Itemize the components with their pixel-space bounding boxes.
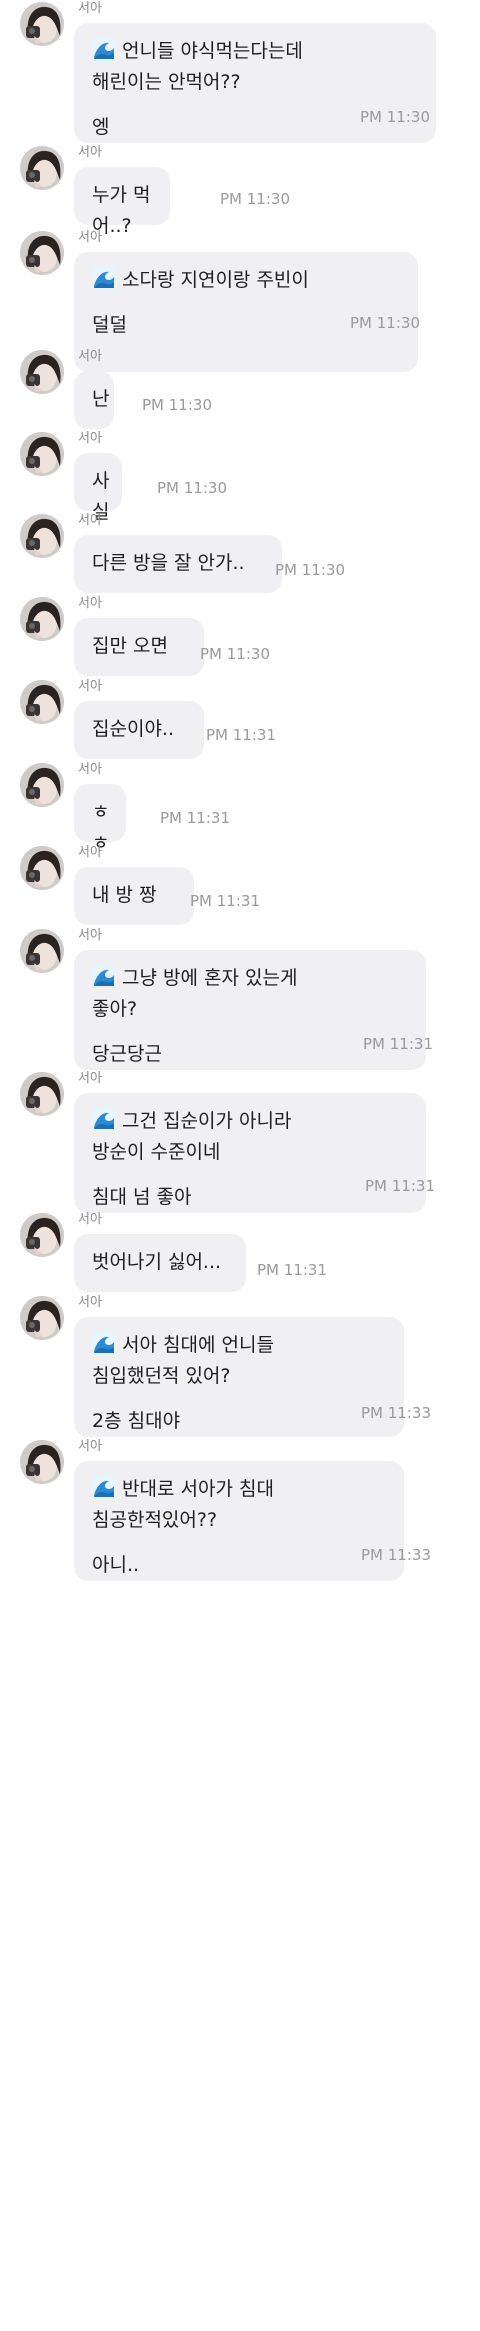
- wave-emoji-icon: [92, 266, 116, 290]
- message-bubble[interactable]: 그건 집순이가 아니라 방순이 수준이네침대 넘 좋아: [74, 1093, 426, 1213]
- quoted-question: 반대로 서아가 침대 침공한적있어??: [92, 1474, 386, 1536]
- timestamp: PM 11:31: [363, 1035, 433, 1053]
- timestamp: PM 11:30: [200, 645, 270, 663]
- reply-text: 벗어나기 싫어...: [92, 1251, 222, 1273]
- message-bubble[interactable]: 누가 먹어..?: [74, 167, 170, 237]
- message-bubble[interactable]: ㅎㅎ: [74, 784, 126, 854]
- quoted-question: 소다랑 지연이랑 주빈이: [92, 265, 400, 296]
- reply-text: 다른 방을 잘 안가..: [92, 552, 245, 574]
- reply-text: 집순이야..: [92, 718, 174, 740]
- timestamp: PM 11:31: [365, 1177, 435, 1195]
- avatar[interactable]: [20, 1213, 64, 1257]
- sender-name: 서아: [78, 762, 102, 777]
- message-bubble[interactable]: 집순이야..: [74, 701, 204, 759]
- timestamp: PM 11:30: [275, 561, 345, 579]
- sender-name: 서아: [78, 1, 102, 16]
- sender-name: 서아: [78, 1212, 102, 1227]
- timestamp: PM 11:30: [360, 108, 430, 126]
- avatar[interactable]: [20, 763, 64, 807]
- sender-name: 서아: [78, 349, 102, 364]
- timestamp: PM 11:31: [206, 726, 276, 744]
- reply-text: 내 방 짱: [92, 884, 157, 906]
- message-bubble[interactable]: 서아 침대에 언니들 침입했던적 있어? 2층 침대야: [74, 1317, 404, 1437]
- reply-text: 침대 넘 좋아: [92, 1186, 192, 1208]
- timestamp: PM 11:33: [361, 1546, 431, 1564]
- quoted-text: 언니들 야식먹는다는데 해린이는 안먹어??: [92, 40, 303, 93]
- reply-text: 당근당근: [92, 1043, 162, 1065]
- avatar[interactable]: [20, 597, 64, 641]
- quoted-text: 그건 집순이가 아니라 방순이 수준이네: [92, 1110, 292, 1163]
- quoted-question: 서아 침대에 언니들 침입했던적 있어?: [92, 1330, 386, 1392]
- avatar[interactable]: [20, 231, 64, 275]
- quoted-question: 언니들 야식먹는다는데 해린이는 안먹어??: [92, 36, 418, 98]
- reply-text: 집만 오면: [92, 635, 168, 657]
- quoted-question: 그냥 방에 혼자 있는게 좋아?: [92, 963, 408, 1025]
- avatar[interactable]: [20, 1072, 64, 1116]
- reply-text: 아니..: [92, 1554, 140, 1576]
- reply-text: 2층 침대야: [92, 1410, 181, 1432]
- message-bubble[interactable]: 다른 방을 잘 안가..: [74, 535, 282, 593]
- timestamp: PM 11:30: [220, 190, 290, 208]
- timestamp: PM 11:33: [361, 1404, 431, 1422]
- sender-name: 서아: [78, 145, 102, 160]
- message-bubble[interactable]: 난: [74, 371, 114, 429]
- avatar[interactable]: [20, 146, 64, 190]
- sender-name: 서아: [78, 1295, 102, 1310]
- wave-emoji-icon: [92, 37, 116, 61]
- quoted-text: 그냥 방에 혼자 있는게 좋아?: [92, 967, 298, 1020]
- sender-name: 서아: [78, 1439, 102, 1454]
- wave-emoji-icon: [92, 1475, 116, 1499]
- avatar[interactable]: [20, 1296, 64, 1340]
- sender-name: 서아: [78, 679, 102, 694]
- sender-name: 서아: [78, 845, 102, 860]
- avatar[interactable]: [20, 1440, 64, 1484]
- wave-emoji-icon: [92, 964, 116, 988]
- wave-emoji-icon: [92, 1107, 116, 1131]
- timestamp: PM 11:30: [142, 396, 212, 414]
- timestamp: PM 11:31: [257, 1261, 327, 1279]
- sender-name: 서아: [78, 1071, 102, 1086]
- avatar[interactable]: [20, 680, 64, 724]
- wave-emoji-icon: [92, 1331, 116, 1355]
- sender-name: 서아: [78, 928, 102, 943]
- avatar[interactable]: [20, 2, 64, 46]
- timestamp: PM 11:30: [157, 479, 227, 497]
- timestamp: PM 11:31: [190, 892, 260, 910]
- sender-name: 서아: [78, 513, 102, 528]
- avatar[interactable]: [20, 929, 64, 973]
- avatar[interactable]: [20, 514, 64, 558]
- avatar[interactable]: [20, 432, 64, 476]
- message-bubble[interactable]: 소다랑 지연이랑 주빈이 덜덜: [74, 252, 418, 372]
- quoted-text: 반대로 서아가 침대 침공한적있어??: [92, 1478, 274, 1531]
- reply-text: 난: [92, 388, 110, 410]
- quoted-question: 그건 집순이가 아니라 방순이 수준이네: [92, 1106, 408, 1168]
- quoted-text: 소다랑 지연이랑 주빈이: [122, 269, 309, 291]
- avatar[interactable]: [20, 846, 64, 890]
- sender-name: 서아: [78, 596, 102, 611]
- message-bubble[interactable]: 내 방 짱: [74, 867, 194, 925]
- message-bubble[interactable]: 집만 오면: [74, 618, 204, 676]
- sender-name: 서아: [78, 230, 102, 245]
- sender-name: 서아: [78, 431, 102, 446]
- timestamp: PM 11:30: [350, 314, 420, 332]
- quoted-text: 서아 침대에 언니들 침입했던적 있어?: [92, 1334, 274, 1387]
- timestamp: PM 11:31: [160, 809, 230, 827]
- message-bubble[interactable]: 반대로 서아가 침대 침공한적있어?? 아니..: [74, 1461, 404, 1581]
- message-bubble[interactable]: 벗어나기 싫어...: [74, 1234, 246, 1292]
- message-bubble[interactable]: 사실: [74, 453, 122, 523]
- avatar[interactable]: [20, 350, 64, 394]
